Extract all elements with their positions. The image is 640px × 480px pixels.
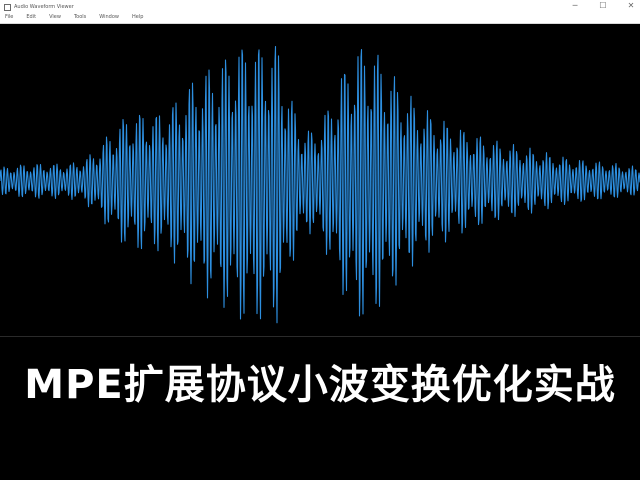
window-controls: ─ ☐ ✕ bbox=[570, 0, 636, 12]
menu-view[interactable]: View bbox=[48, 14, 62, 21]
menu-tools[interactable]: Tools bbox=[73, 14, 87, 21]
waveform-graphic bbox=[0, 45, 640, 324]
app-icon bbox=[4, 3, 11, 11]
menu-bar: File Edit View Tools Window Help bbox=[4, 13, 144, 22]
caption-text: MPE扩展协议小波变换优化实战 bbox=[24, 362, 616, 408]
app-window: Audio Waveform Viewer File Edit View Too… bbox=[0, 0, 640, 480]
minimize-button[interactable]: ─ bbox=[570, 1, 580, 11]
menu-window[interactable]: Window bbox=[98, 14, 120, 21]
title-row: Audio Waveform Viewer bbox=[4, 2, 74, 12]
menu-help[interactable]: Help bbox=[131, 14, 144, 21]
window-title: Audio Waveform Viewer bbox=[14, 3, 74, 10]
close-button[interactable]: ✕ bbox=[626, 1, 636, 11]
waveform-path bbox=[0, 45, 640, 324]
maximize-button[interactable]: ☐ bbox=[598, 1, 608, 11]
title-bar: Audio Waveform Viewer File Edit View Too… bbox=[0, 0, 640, 24]
waveform-divider bbox=[0, 336, 640, 337]
menu-edit[interactable]: Edit bbox=[25, 14, 37, 21]
menu-file[interactable]: File bbox=[4, 14, 14, 21]
waveform-canvas[interactable] bbox=[0, 24, 640, 336]
